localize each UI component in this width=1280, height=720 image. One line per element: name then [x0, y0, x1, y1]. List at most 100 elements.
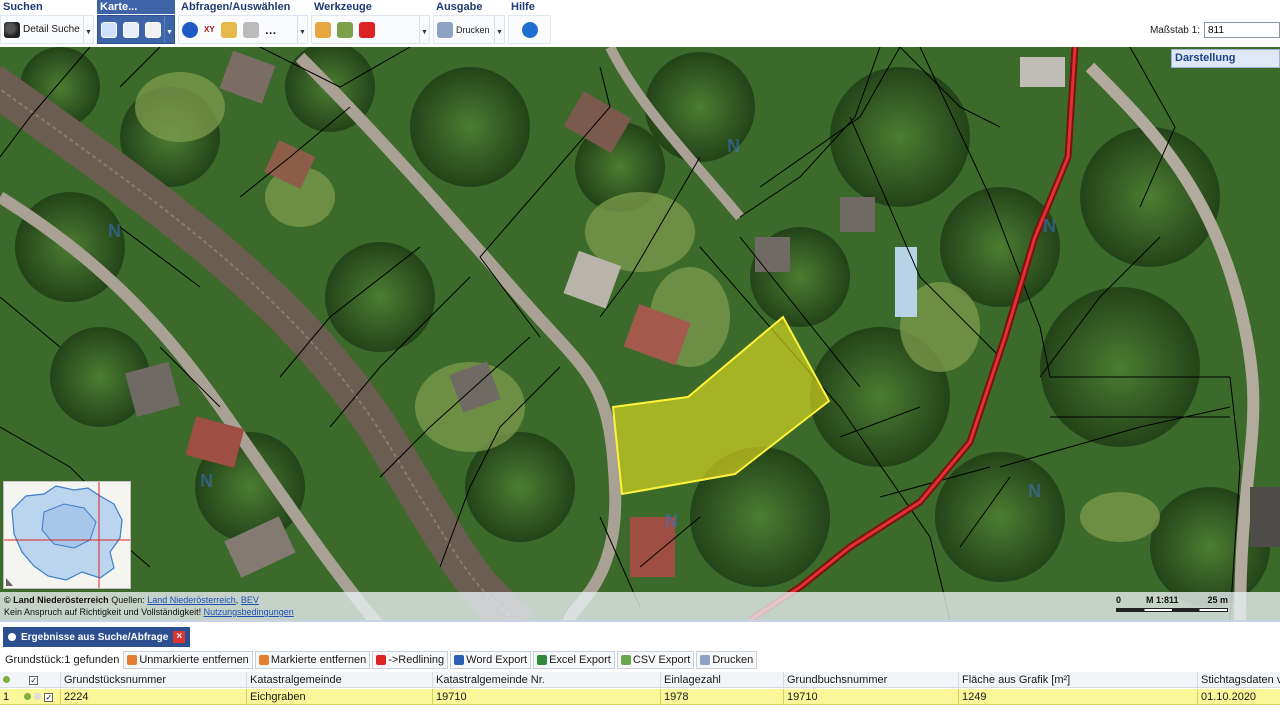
excel-icon — [537, 655, 548, 665]
toolbar-group-hilfe: Hilfe — [508, 0, 551, 45]
csv-export-button[interactable]: CSV Export — [616, 651, 695, 669]
redlining-tool-button[interactable] — [356, 17, 378, 42]
edit-tool-button[interactable] — [334, 17, 356, 42]
disclaimer-text: Kein Anspruch auf Richtigkeit und Vollst… — [4, 607, 202, 617]
zoom-in-icon — [101, 21, 117, 38]
row-index: 1 — [3, 691, 10, 703]
group-body-karte: ▼ — [97, 15, 175, 44]
help-question-icon — [521, 21, 538, 38]
measure-icon — [220, 21, 237, 38]
hand-pan-icon — [145, 21, 161, 38]
remove-unmarked-button[interactable]: Unmarkierte entfernen — [123, 651, 253, 669]
toolbar-group-abfragen: Abfragen/Auswählen XY … ▼ — [178, 0, 308, 45]
print-results-button[interactable]: Drucken — [696, 651, 758, 669]
map-view[interactable]: N N N N N N Darstellung © Land Niederösterre… — [0, 47, 1280, 620]
source-link-land-noe[interactable]: Land Niederösterreich — [147, 595, 236, 605]
results-table: ✓ Grundstücksnummer Katastralgemeinde Ka… — [0, 672, 1280, 720]
zoom-to-icon — [3, 676, 10, 683]
chevron-down-icon[interactable]: ▼ — [297, 16, 307, 43]
table-row[interactable]: 1 ✓ 2224 Eichgraben 19710 1978 19710 124… — [0, 689, 1280, 705]
pencil-icon — [315, 21, 331, 38]
group-body-suchen: Detail Suche ▼ — [0, 15, 94, 44]
column-header[interactable]: Grundbuchsnummer — [784, 672, 959, 688]
toolbar-group-suchen: Suchen Detail Suche ▼ — [0, 0, 94, 45]
remove-icon — [258, 655, 269, 665]
redlining-button[interactable]: ->Redlining — [372, 651, 449, 669]
svg-text:N: N — [727, 136, 740, 156]
source-link-bev[interactable]: BEV — [241, 595, 259, 605]
scalebar-start: 0 — [1116, 595, 1122, 605]
group-body-hilfe — [508, 15, 551, 44]
pan-button[interactable] — [142, 17, 164, 42]
group-body-ausgabe: Drucken ▼ — [433, 15, 505, 44]
column-header[interactable]: Einlagezahl — [661, 672, 784, 688]
column-header[interactable]: Stichtagsdaten vom — [1198, 672, 1280, 688]
results-action-bar: Grundstück:1 gefunden Unmarkierte entfer… — [0, 650, 1280, 670]
word-export-label: Word Export — [466, 654, 528, 666]
chevron-down-icon[interactable]: ▼ — [164, 16, 174, 43]
results-tab[interactable]: Ergebnisse aus Suche/Abfrage × — [3, 627, 191, 647]
aerial-map[interactable]: N N N N N N — [0, 47, 1280, 620]
detail-search-button[interactable]: Detail Suche — [1, 17, 83, 42]
chevron-down-icon[interactable]: ▼ — [494, 16, 504, 43]
credits-line-2: Kein Anspruch auf Richtigkeit und Vollst… — [4, 606, 1276, 618]
toolbar-group-werkzeuge: Werkzeuge ▼ — [311, 0, 430, 45]
header-controls: ✓ — [0, 672, 61, 688]
group-title-werkzeuge: Werkzeuge — [311, 0, 430, 14]
csv-icon — [620, 655, 631, 665]
darstellung-panel-header[interactable]: Darstellung — [1171, 49, 1280, 68]
draw-tool-button[interactable] — [312, 17, 334, 42]
redlining-icon — [376, 655, 387, 665]
row-controls: 1 ✓ — [0, 689, 61, 705]
zoom-out-button[interactable] — [120, 17, 142, 42]
info-button[interactable] — [179, 17, 201, 42]
zoom-in-button[interactable] — [98, 17, 120, 42]
close-icon[interactable]: × — [173, 631, 186, 643]
remove-marked-button[interactable]: Markierte entfernen — [254, 651, 371, 669]
zoom-to-icon[interactable] — [24, 693, 32, 700]
column-header[interactable]: Grundstücksnummer — [61, 672, 247, 688]
edit-tool-icon — [337, 21, 353, 38]
svg-text:N: N — [1043, 216, 1056, 236]
column-header[interactable]: Katastralgemeinde — [247, 672, 433, 688]
remove-marked-label: Markierte entfernen — [270, 654, 367, 666]
results-tabbar: Ergebnisse aus Suche/Abfrage × — [0, 620, 1280, 648]
word-export-button[interactable]: Word Export — [450, 651, 532, 669]
scale-label: Maßstab 1: — [1149, 24, 1200, 36]
row-checkbox[interactable]: ✓ — [44, 692, 54, 702]
column-header[interactable]: Katastralgemeinde Nr. — [433, 672, 661, 688]
print-button[interactable]: Drucken — [434, 17, 493, 42]
more-button[interactable]: … — [262, 17, 280, 42]
column-header[interactable]: Fläche aus Grafik [m²] — [959, 672, 1198, 688]
ellipsis-icon: … — [264, 22, 277, 37]
group-title-hilfe: Hilfe — [508, 0, 551, 14]
xy-button[interactable]: XY — [201, 17, 218, 42]
select-button[interactable] — [240, 17, 262, 42]
overview-map[interactable] — [3, 481, 131, 589]
excel-export-label: Excel Export — [549, 654, 611, 666]
cell-flaeche: 1249 — [959, 689, 1198, 705]
terms-link[interactable]: Nutzungsbedingungen — [204, 607, 294, 617]
help-button[interactable] — [519, 17, 541, 42]
group-title-suchen: Suchen — [0, 0, 94, 14]
select-all-checkbox[interactable]: ✓ — [29, 675, 39, 685]
binoculars-icon — [4, 21, 20, 38]
select-icon — [242, 21, 259, 38]
chevron-down-icon[interactable]: ▼ — [83, 16, 93, 43]
redlining-label: ->Redlining — [388, 654, 445, 666]
group-body-werkzeuge: ▼ — [311, 15, 430, 44]
print-label: Drucken — [456, 24, 490, 35]
binoculars-icon — [8, 633, 16, 641]
map-scalebar: 0 M 1:811 25 m — [1116, 594, 1228, 618]
scale-input[interactable] — [1204, 22, 1280, 38]
excel-export-button[interactable]: Excel Export — [533, 651, 615, 669]
group-title-abfragen: Abfragen/Auswählen — [178, 0, 308, 14]
svg-text:N: N — [108, 221, 121, 241]
toolbar-group-karte: Karte... ▼ — [97, 0, 175, 45]
chevron-down-icon[interactable]: ▼ — [419, 16, 429, 43]
cell-grundbuchsnummer: 19710 — [784, 689, 959, 705]
word-icon — [454, 655, 465, 665]
table-header-row: ✓ Grundstücksnummer Katastralgemeinde Ka… — [0, 672, 1280, 688]
magnifier-icon[interactable] — [34, 693, 42, 700]
measure-button[interactable] — [218, 17, 240, 42]
